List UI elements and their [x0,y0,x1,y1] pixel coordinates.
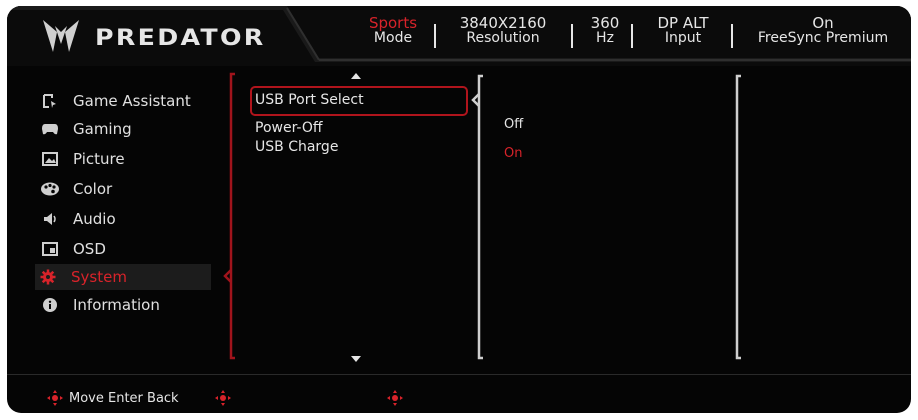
status-input: DP ALT Input [645,16,721,46]
predator-logo-icon [43,20,79,52]
status-mode: Sports Mode [359,16,427,46]
menu-item-game-assistant[interactable]: Game Assistant [37,88,209,114]
options-bracket [471,74,483,360]
freesync-value: On [812,14,834,32]
status-divider [571,24,573,48]
resolution-value: 3840X2160 [459,14,547,32]
refresh-value: 360 [590,14,620,32]
gamepad-icon [41,120,59,138]
speaker-icon [41,210,59,228]
freesync-label: FreeSync Premium [757,30,889,46]
footer-divider [7,374,911,375]
gear-icon [39,268,57,286]
menu-item-information[interactable]: Information [37,292,209,318]
status-resolution: 3840X2160 Resolution [447,16,559,46]
joystick-back-icon [387,390,403,406]
status-divider [731,24,733,48]
menu-item-label: System [71,268,127,286]
detail-panel-bracket [735,74,741,360]
menu-item-label: OSD [73,240,106,258]
menu-item-picture[interactable]: Picture [37,146,209,172]
input-value: DP ALT [657,14,709,32]
info-icon [41,296,59,314]
scroll-up-arrow-icon[interactable] [351,73,361,79]
submenu-item-power-off[interactable]: Power-Off [255,120,323,136]
status-freesync: On FreeSync Premium [743,16,903,46]
status-refresh: 360 Hz [585,16,625,46]
option-on[interactable]: On [504,146,522,161]
joystick-enter-icon [215,390,231,406]
scroll-down-arrow-icon[interactable] [351,356,361,362]
submenu-item-usb-port-select[interactable]: USB Port Select [255,92,364,108]
input-label: Input [664,30,702,46]
status-divider [434,24,436,48]
status-divider [631,24,633,48]
menu-item-label: Information [73,296,160,314]
color-palette-icon [41,180,59,198]
menu-item-system[interactable]: System [35,264,211,290]
picture-icon [41,150,59,168]
osd-header: PREDATOR Sports Mode 3840X2160 Resolutio… [7,6,911,66]
mode-value: Sports [368,14,418,32]
menu-item-audio[interactable]: Audio [37,206,209,232]
footer-hint: Move Enter Back [69,391,179,406]
menu-item-gaming[interactable]: Gaming [37,116,209,142]
menu-item-osd[interactable]: OSD [37,236,209,262]
submenu-bracket [223,72,235,360]
monitor-osd: PREDATOR Sports Mode 3840X2160 Resolutio… [7,6,911,413]
resolution-label: Resolution [466,30,540,46]
joystick-move-icon [47,390,63,406]
brand-name: PREDATOR [95,26,266,51]
submenu-item-usb-charge[interactable]: USB Charge [255,139,338,155]
menu-item-label: Color [73,180,113,198]
menu-item-label: Gaming [73,120,132,138]
option-off[interactable]: Off [504,117,523,132]
menu-item-color[interactable]: Color [37,176,209,202]
game-assistant-icon [41,92,59,110]
mode-label: Mode [373,30,413,46]
menu-item-label: Audio [73,210,116,228]
menu-item-label: Picture [73,150,125,168]
refresh-label: Hz [596,30,614,46]
osd-icon [41,240,59,258]
menu-item-label: Game Assistant [73,92,191,110]
